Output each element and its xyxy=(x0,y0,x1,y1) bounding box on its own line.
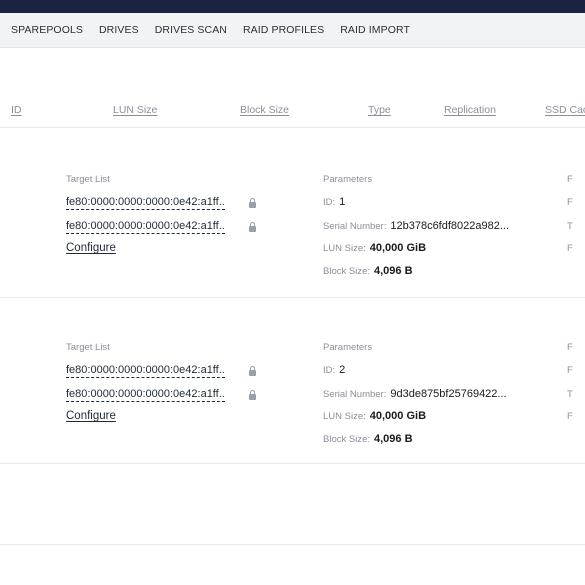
param-lun-size: LUN Size: 40,000 GiB xyxy=(323,410,427,422)
target-link[interactable]: fe80:0000:0000:0000:0e42:a1ff.. xyxy=(66,196,225,210)
param-lun-size: LUN Size: 40,000 GiB xyxy=(323,242,427,254)
tab-drives[interactable]: DRIVES xyxy=(99,24,139,36)
clipped-label: F xyxy=(567,411,573,422)
tab-sparepools[interactable]: SPAREPOOLS xyxy=(11,24,83,36)
lock-icon xyxy=(248,222,257,232)
param-serial-number: Serial Number: 12b378c6fdf8022a982... xyxy=(323,220,510,232)
configure-link[interactable]: Configure xyxy=(66,242,116,254)
clipped-label: F xyxy=(567,342,573,353)
lock-icon xyxy=(248,390,257,400)
parameters-label: Parameters xyxy=(323,342,373,353)
tab-drives-scan[interactable]: DRIVES SCAN xyxy=(155,24,227,36)
target-link[interactable]: fe80:0000:0000:0000:0e42:a1ff.. xyxy=(66,220,225,234)
tab-raid-import[interactable]: RAID IMPORT xyxy=(340,24,410,36)
column-header-ssd-cache[interactable]: SSD Cac xyxy=(545,104,585,116)
clipped-label: F xyxy=(567,197,573,208)
column-header-type[interactable]: Type xyxy=(368,104,391,116)
clipped-label: T xyxy=(567,389,573,400)
clipped-label: T xyxy=(567,221,573,232)
tab-bar: SPAREPOOLS DRIVES DRIVES SCAN RAID PROFI… xyxy=(0,13,585,48)
target-link[interactable]: fe80:0000:0000:0000:0e42:a1ff.. xyxy=(66,364,225,378)
divider xyxy=(0,463,585,464)
parameters-label: Parameters xyxy=(323,174,373,185)
column-header-replication[interactable]: Replication xyxy=(444,104,496,116)
top-bar xyxy=(0,0,585,13)
param-serial-number: Serial Number: 9d3de875bf25769422... xyxy=(323,388,507,400)
divider xyxy=(0,544,585,545)
clipped-label: F xyxy=(567,365,573,376)
param-block-size: Block Size: 4,096 B xyxy=(323,265,413,277)
lock-icon xyxy=(248,198,257,208)
column-header-lun-size[interactable]: LUN Size xyxy=(113,104,157,116)
column-header-id[interactable]: ID xyxy=(11,104,22,116)
param-block-size: Block Size: 4,096 B xyxy=(323,433,413,445)
target-list-label: Target List xyxy=(66,342,110,353)
configure-link[interactable]: Configure xyxy=(66,410,116,422)
column-header-block-size[interactable]: Block Size xyxy=(240,104,289,116)
expanded-row-2: Target List fe80:0000:0000:0000:0e42:a1f… xyxy=(0,298,585,464)
table-header: ID LUN Size Block Size Type Replication … xyxy=(0,100,585,124)
lock-icon xyxy=(248,366,257,376)
tab-raid-profiles[interactable]: RAID PROFILES xyxy=(243,24,324,36)
clipped-label: F xyxy=(567,243,573,254)
param-id: ID: 2 xyxy=(323,364,346,376)
target-list-label: Target List xyxy=(66,174,110,185)
param-id: ID: 1 xyxy=(323,196,346,208)
target-link[interactable]: fe80:0000:0000:0000:0e42:a1ff.. xyxy=(66,388,225,402)
expanded-row-1: Target List fe80:0000:0000:0000:0e42:a1f… xyxy=(0,128,585,298)
clipped-label: F xyxy=(567,174,573,185)
